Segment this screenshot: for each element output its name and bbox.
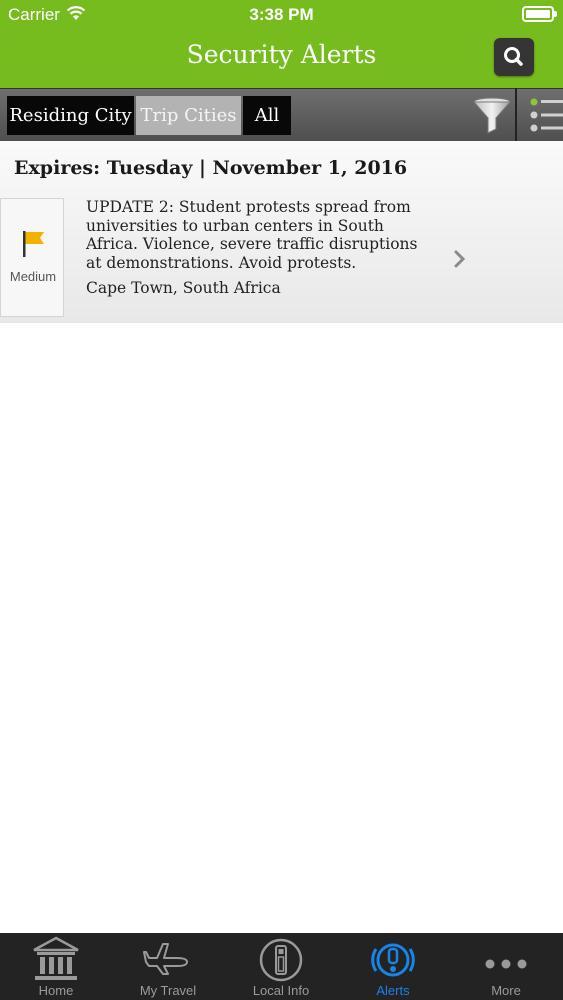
- segment-all[interactable]: All: [243, 96, 291, 135]
- segment-trip-cities[interactable]: Trip Cities: [136, 96, 241, 135]
- flag-icon: [23, 231, 44, 257]
- search-icon: [504, 47, 523, 66]
- tab-local-info[interactable]: Local Info: [225, 933, 337, 1000]
- status-bar: Carrier 3:38 PM: [0, 0, 563, 30]
- tab-home[interactable]: Home: [0, 933, 112, 1000]
- tab-label: Home: [38, 983, 74, 998]
- tab-label: Local Info: [252, 983, 310, 998]
- list-icon[interactable]: [527, 96, 563, 136]
- tab-my-travel[interactable]: My Travel: [112, 933, 224, 1000]
- bank-icon: [33, 936, 79, 980]
- tab-label: Alerts: [376, 983, 410, 998]
- alert-location: Cape Town, South Africa: [86, 279, 281, 297]
- toolbar-divider: [515, 88, 517, 141]
- funnel-icon[interactable]: [471, 96, 513, 136]
- airplane-icon: [143, 943, 188, 975]
- tab-bar: Home My Travel Local Info Alerts More: [0, 933, 563, 1000]
- alerts-section: Expires: Tuesday | November 1, 2016 Medi…: [0, 141, 563, 323]
- battery-icon: [522, 6, 557, 22]
- info-icon: [259, 938, 303, 982]
- severity-label: Medium: [9, 269, 57, 284]
- alert-description: UPDATE 2: Student protests spread from u…: [86, 198, 418, 272]
- tab-alerts[interactable]: Alerts: [337, 933, 449, 1000]
- clock: 3:38 PM: [249, 5, 314, 24]
- chevron-right-icon[interactable]: [452, 248, 468, 270]
- tab-more[interactable]: More: [450, 933, 562, 1000]
- alert-icon: [371, 943, 415, 977]
- segment-residing-city[interactable]: Residing City: [7, 96, 134, 135]
- expires-heading: Expires: Tuesday | November 1, 2016: [14, 157, 408, 179]
- page-title: Security Alerts: [186, 40, 377, 69]
- more-icon: [485, 959, 527, 969]
- severity-badge: Medium: [0, 198, 64, 317]
- tab-label: My Travel: [139, 983, 197, 998]
- search-button[interactable]: [494, 38, 534, 76]
- tab-label: More: [491, 983, 521, 998]
- alert-list-item[interactable]: Medium UPDATE 2: Student protests spread…: [0, 198, 563, 320]
- top-bar: Carrier 3:38 PM Security Alerts: [0, 0, 563, 88]
